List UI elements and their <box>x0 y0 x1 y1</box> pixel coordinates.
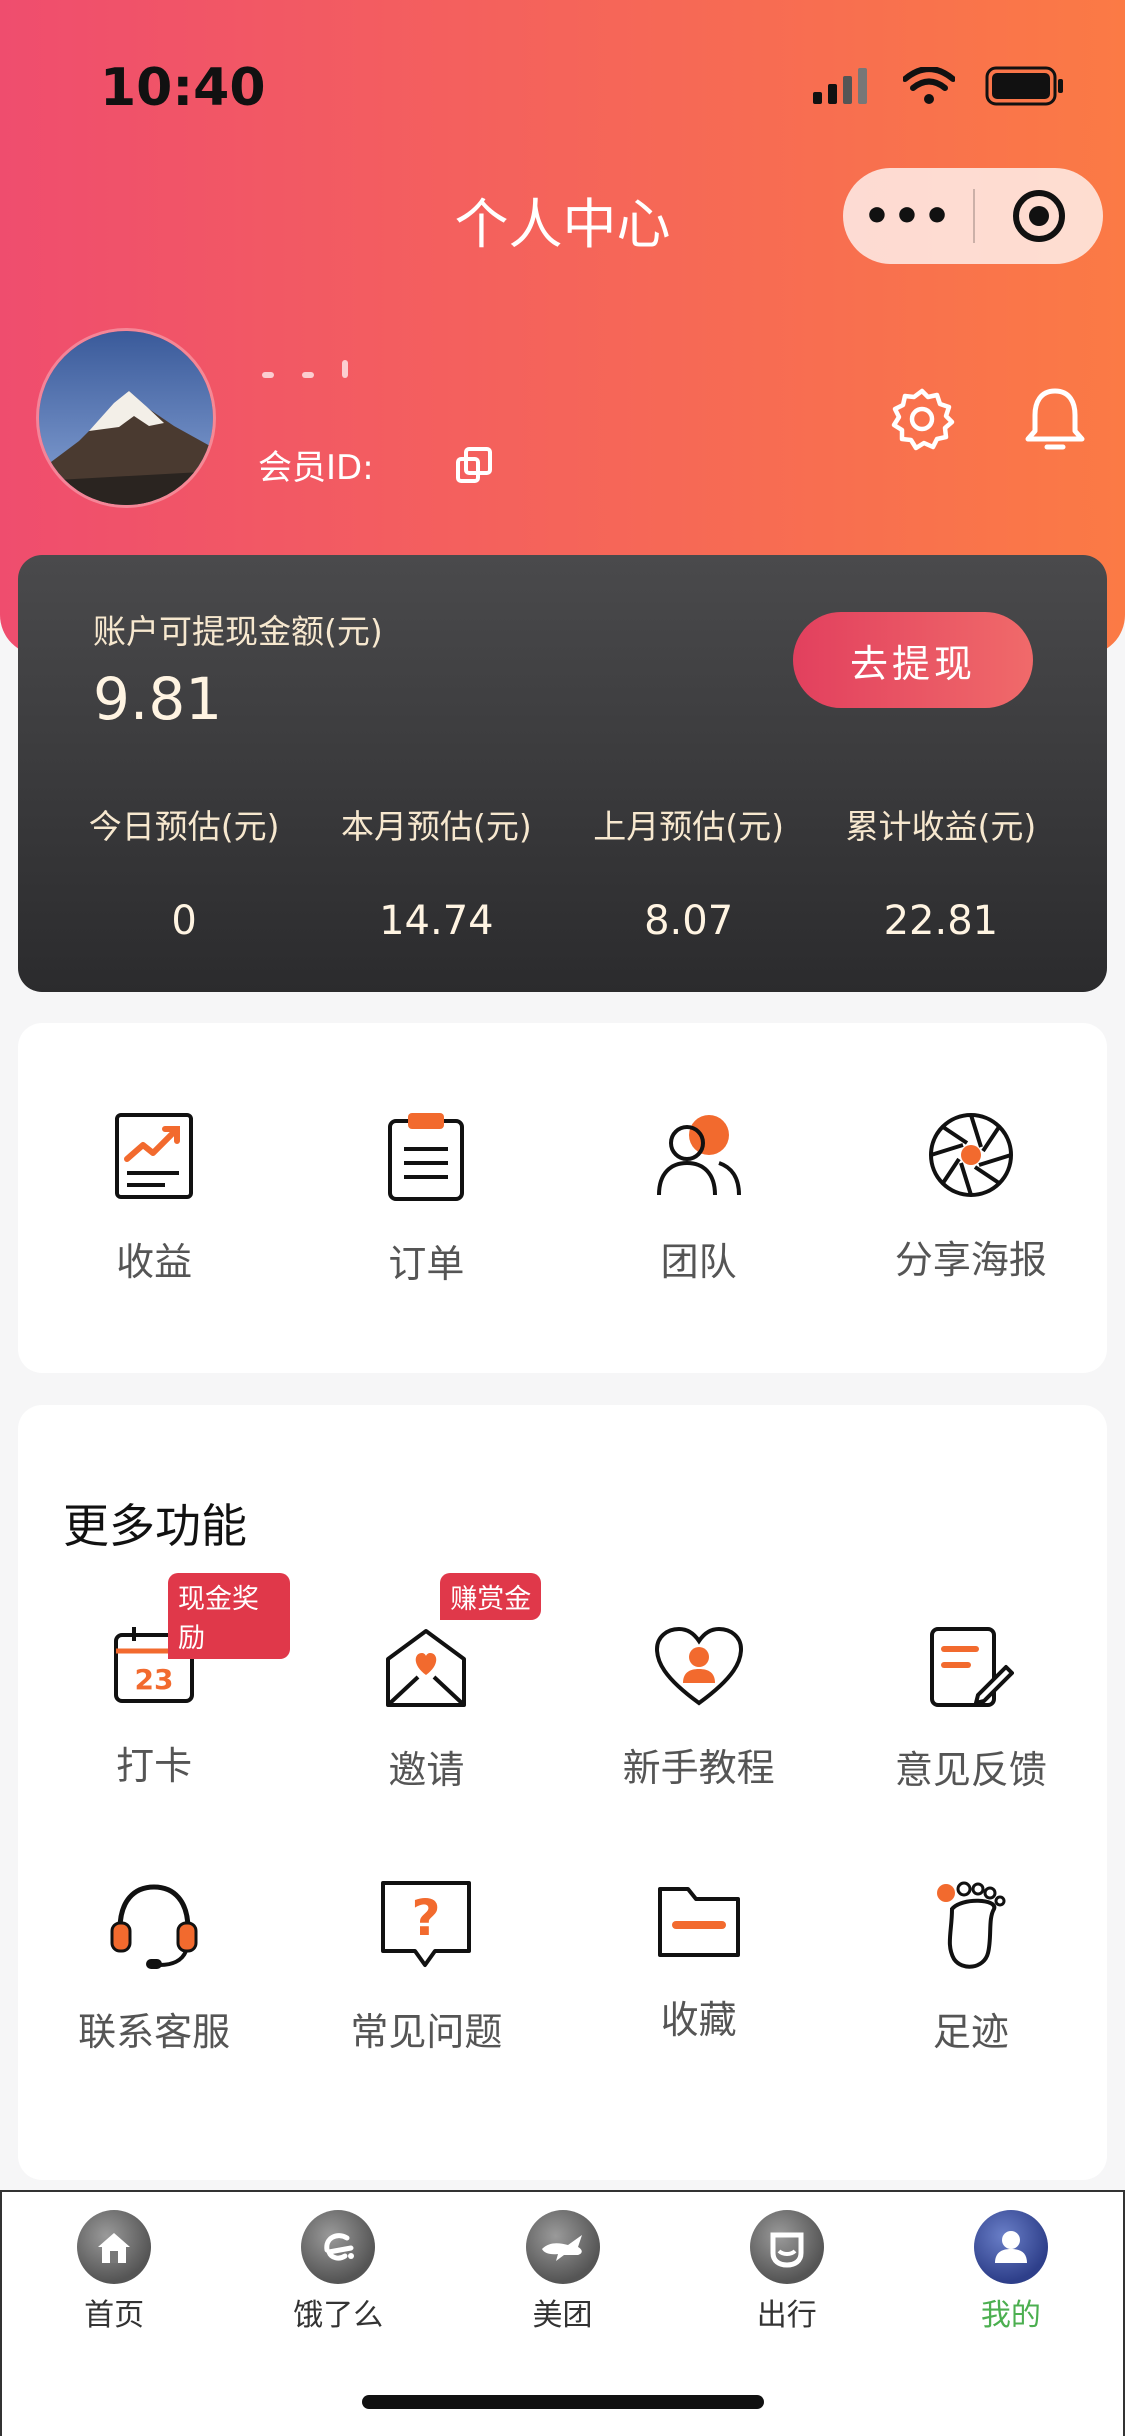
features-grid: 现金奖励 23 打卡 赚赏金 邀请 新手教程 意见反馈 联系客服 ? 常见问题 … <box>18 1573 1107 2056</box>
tab-travel[interactable]: 出行 <box>675 2210 899 2334</box>
member-id-label: 会员ID: <box>258 448 374 488</box>
tab-label: 饿了么 <box>293 2298 384 2333</box>
stat-label: 累计收益(元) <box>845 807 1037 846</box>
tab-label: 我的 <box>980 2298 1041 2333</box>
tab-meituan[interactable]: 美团 <box>450 2210 674 2334</box>
signal-icon <box>813 68 867 104</box>
feature-tutorial[interactable]: 新手教程 <box>563 1625 835 1794</box>
close-program-button[interactable] <box>975 188 1103 244</box>
earnings-stats: 今日预估(元) 0 本月预估(元) 14.74 上月预估(元) 8.07 累计收… <box>18 800 1107 944</box>
question-mark: ? <box>412 1889 441 1947</box>
feature-label: 联系客服 <box>78 2010 231 2054</box>
feature-label: 常见问题 <box>350 2010 503 2054</box>
bell-icon[interactable] <box>1022 385 1088 455</box>
eleme-icon <box>301 2210 376 2284</box>
wallet-card: 账户可提现金额(元) 9.81 去提现 今日预估(元) 0 本月预估(元) 14… <box>18 555 1107 992</box>
battery-icon <box>985 66 1063 106</box>
member-id-row: 会员ID: <box>258 440 494 489</box>
stat-today[interactable]: 今日预估(元) 0 <box>58 800 310 944</box>
more-features-card: 更多功能 现金奖励 23 打卡 赚赏金 邀请 新手教程 意见反馈 联系客服 ? … <box>18 1405 1107 2180</box>
home-indicator[interactable] <box>362 2395 764 2409</box>
quick-action-orders[interactable]: 订单 <box>290 1023 562 1373</box>
stat-last-month[interactable]: 上月预估(元) 8.07 <box>563 800 815 944</box>
tab-eleme[interactable]: 饿了么 <box>226 2210 450 2334</box>
withdrawable-label: 账户可提现金额(元) <box>93 612 383 651</box>
calendar-day: 23 <box>135 1663 174 1696</box>
quick-action-label: 收益 <box>116 1240 193 1284</box>
invite-envelope-icon <box>386 1629 467 1707</box>
stat-value: 14.74 <box>379 898 494 944</box>
avatar[interactable] <box>36 328 216 508</box>
withdraw-button[interactable]: 去提现 <box>793 612 1033 708</box>
feature-label: 足迹 <box>932 2010 1009 2054</box>
feature-favorites[interactable]: 收藏 <box>563 1879 835 2056</box>
stat-value: 8.07 <box>644 898 734 944</box>
section-title: 更多功能 <box>63 1499 247 1553</box>
earnings-chart-icon <box>115 1113 194 1199</box>
mini-program-capsule: ••• <box>843 168 1103 264</box>
feedback-edit-icon <box>929 1627 1014 1707</box>
home-icon <box>77 2210 152 2284</box>
quick-action-label: 团队 <box>660 1240 737 1284</box>
quick-action-label: 分享海报 <box>894 1238 1047 1282</box>
target-icon <box>1013 190 1065 242</box>
quick-action-label: 订单 <box>388 1242 465 1286</box>
cash-reward-badge: 现金奖励 <box>168 1573 291 1659</box>
status-time: 10:40 <box>100 58 266 118</box>
stat-this-month[interactable]: 本月预估(元) 14.74 <box>310 800 562 944</box>
nickname-redacted <box>262 360 432 400</box>
team-icon <box>656 1115 741 1196</box>
feature-label: 意见反馈 <box>894 1748 1047 1792</box>
copy-icon[interactable] <box>454 445 494 485</box>
feature-faq[interactable]: ? 常见问题 <box>290 1879 562 2056</box>
heart-user-icon <box>654 1626 743 1706</box>
feature-customer-service[interactable]: 联系客服 <box>18 1879 290 2056</box>
aperture-icon <box>928 1113 1013 1197</box>
stat-label: 上月预估(元) <box>593 807 784 846</box>
status-icons <box>813 66 1065 106</box>
profile-icon <box>973 2210 1048 2284</box>
feature-feedback[interactable]: 意见反馈 <box>835 1625 1107 1794</box>
wifi-icon <box>903 67 955 104</box>
quick-action-team[interactable]: 团队 <box>563 1023 835 1373</box>
stat-label: 本月预估(元) <box>341 807 532 846</box>
quick-action-earnings[interactable]: 收益 <box>18 1023 290 1373</box>
stat-label: 今日预估(元) <box>88 807 280 846</box>
quick-actions-card: 收益 订单 团队 分享海报 <box>18 1023 1107 1373</box>
question-bubble-icon: ? <box>381 1881 472 1967</box>
clipboard-icon <box>388 1113 465 1201</box>
folder-icon <box>657 1887 740 1957</box>
feature-checkin[interactable]: 现金奖励 23 打卡 <box>18 1573 291 1794</box>
withdrawable-amount: 9.81 <box>93 665 223 733</box>
feature-footprint[interactable]: 足迹 <box>835 1879 1107 2056</box>
tab-label: 出行 <box>756 2298 817 2333</box>
tab-label: 首页 <box>84 2298 145 2333</box>
mountain-avatar-image <box>39 331 213 505</box>
didi-icon <box>749 2210 824 2284</box>
headset-icon <box>110 1884 198 1969</box>
tab-label: 美团 <box>532 2298 593 2333</box>
feature-label: 收藏 <box>660 1998 737 2042</box>
feature-label: 打卡 <box>116 1744 193 1788</box>
feature-invite[interactable]: 赚赏金 邀请 <box>290 1573 562 1794</box>
tab-home[interactable]: 首页 <box>2 2210 226 2334</box>
settings-icon[interactable] <box>888 385 956 453</box>
tab-profile[interactable]: 我的 <box>899 2210 1123 2334</box>
stat-total[interactable]: 累计收益(元) 22.81 <box>815 800 1067 944</box>
more-menu-button[interactable]: ••• <box>843 191 973 242</box>
stat-value: 22.81 <box>883 898 999 944</box>
footprint-icon <box>936 1881 1006 1969</box>
meituan-icon <box>525 2210 600 2284</box>
feature-label: 邀请 <box>388 1748 465 1792</box>
stat-value: 0 <box>171 898 197 944</box>
feature-label: 新手教程 <box>622 1746 775 1790</box>
quick-action-share-poster[interactable]: 分享海报 <box>835 1023 1107 1373</box>
bounty-badge: 赚赏金 <box>440 1573 542 1620</box>
